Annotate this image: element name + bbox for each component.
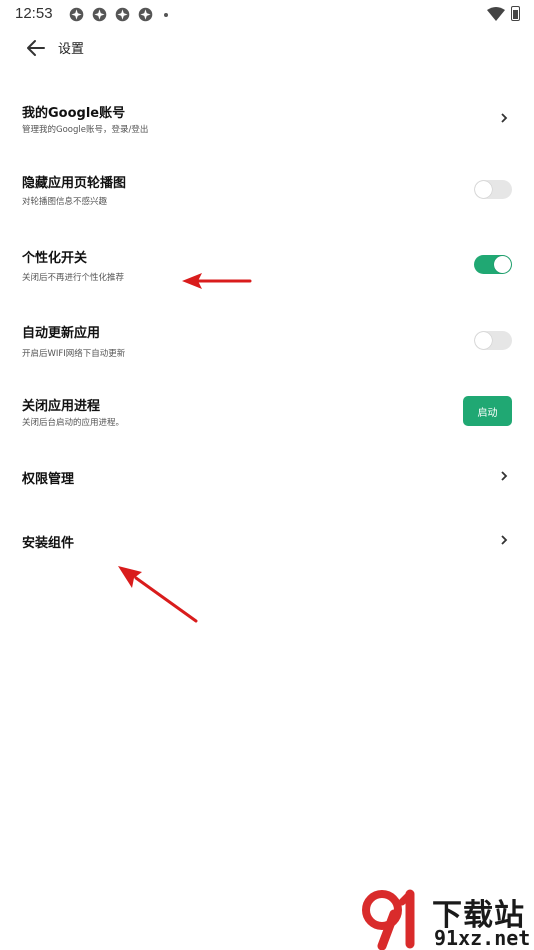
back-arrow-icon[interactable] bbox=[22, 34, 50, 62]
annotation-arrow-icon bbox=[118, 566, 198, 623]
wifi-icon bbox=[487, 6, 505, 21]
row-title: 自动更新应用 bbox=[22, 326, 101, 341]
permissions-row[interactable]: 权限管理 bbox=[0, 456, 534, 496]
chevron-right-icon bbox=[501, 113, 508, 123]
toggle-knob bbox=[494, 256, 511, 273]
toggle-knob bbox=[475, 181, 492, 198]
row-title: 安装组件 bbox=[22, 536, 75, 551]
settings-notification-icon bbox=[69, 7, 84, 22]
settings-notification-icon bbox=[92, 7, 107, 22]
more-notifications-dot bbox=[164, 13, 168, 17]
personalization-row: 个性化开关 关闭后不再进行个性化推荐 bbox=[0, 237, 534, 289]
row-title: 个性化开关 bbox=[22, 251, 88, 266]
google-account-row[interactable]: 我的Google账号 管理我的Google账号，登录/登出 bbox=[0, 92, 534, 144]
row-subtitle: 管理我的Google账号，登录/登出 bbox=[22, 125, 149, 135]
row-title: 权限管理 bbox=[22, 472, 75, 487]
row-title: 我的Google账号 bbox=[22, 106, 126, 121]
status-right bbox=[487, 6, 520, 21]
watermark: 下载站 91xz.net bbox=[360, 888, 530, 950]
status-time: 12:53 bbox=[15, 5, 53, 22]
row-subtitle: 开启后WIFI网络下自动更新 bbox=[22, 349, 126, 359]
row-title: 隐藏应用页轮播图 bbox=[22, 176, 127, 191]
auto-update-toggle[interactable] bbox=[474, 331, 512, 350]
site-logo-icon bbox=[362, 889, 415, 950]
settings-notification-icon bbox=[138, 7, 153, 22]
hide-carousel-row: 隐藏应用页轮播图 对轮播图信息不感兴趣 bbox=[0, 162, 534, 214]
row-title: 关闭应用进程 bbox=[22, 399, 101, 414]
row-subtitle: 对轮播图信息不感兴趣 bbox=[22, 197, 108, 207]
battery-icon bbox=[511, 6, 520, 21]
hide-carousel-toggle[interactable] bbox=[474, 180, 512, 199]
app-bar: 设置 bbox=[0, 28, 534, 68]
close-process-row: 关闭应用进程 关闭后台启动的应用进程。 启动 bbox=[0, 386, 534, 434]
toggle-knob bbox=[475, 332, 492, 349]
row-subtitle: 关闭后不再进行个性化推荐 bbox=[22, 273, 125, 283]
chevron-right-icon bbox=[501, 471, 508, 481]
watermark-url: 91xz.net bbox=[434, 926, 531, 950]
auto-update-row: 自动更新应用 开启后WIFI网络下自动更新 bbox=[0, 312, 534, 364]
chevron-right-icon bbox=[501, 535, 508, 545]
personalization-toggle[interactable] bbox=[474, 255, 512, 274]
annotation-arrow-icon bbox=[182, 273, 252, 289]
notification-icons bbox=[68, 6, 168, 23]
install-components-row[interactable]: 安装组件 bbox=[0, 520, 534, 560]
page-title: 设置 bbox=[58, 42, 85, 57]
row-subtitle: 关闭后台启动的应用进程。 bbox=[22, 418, 125, 428]
settings-notification-icon bbox=[115, 7, 130, 22]
status-bar: 12:53 bbox=[0, 0, 534, 28]
start-button[interactable]: 启动 bbox=[463, 396, 512, 426]
